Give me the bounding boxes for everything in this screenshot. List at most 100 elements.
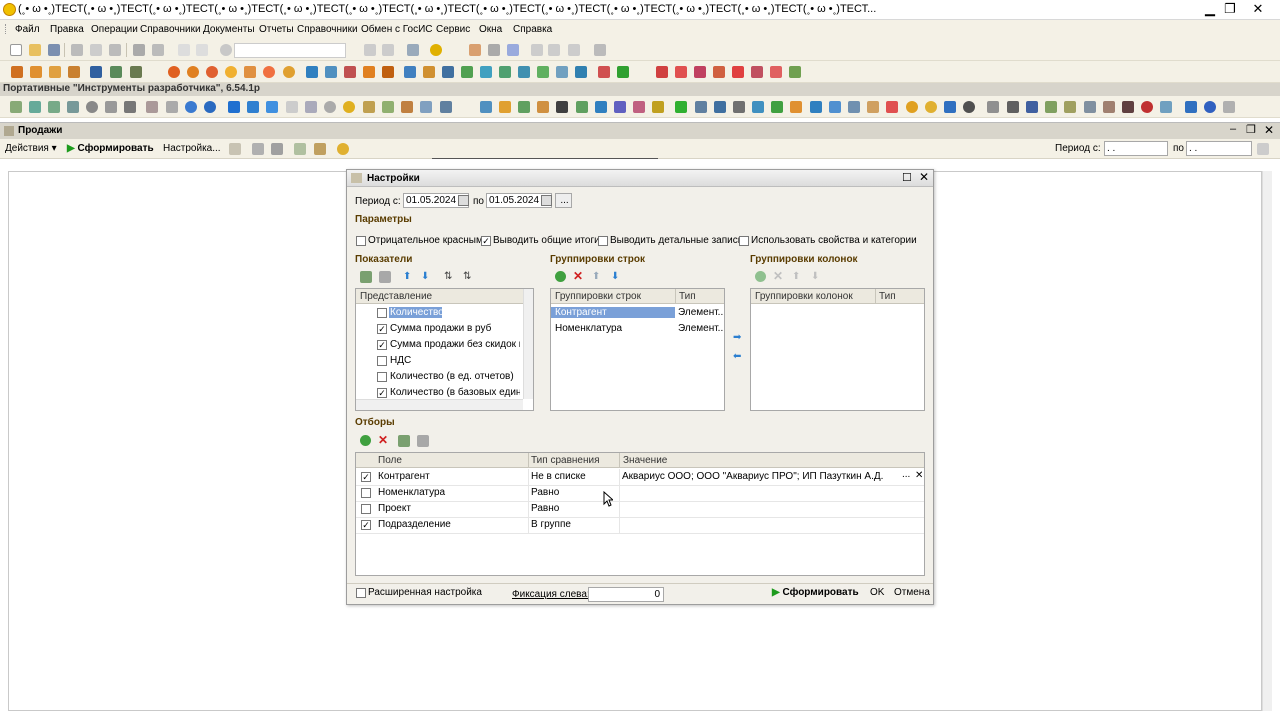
dev-tool-5-icon[interactable] — [105, 101, 117, 113]
dev-tool-48-icon[interactable] — [1084, 101, 1096, 113]
move-right-icon[interactable]: ➡ — [733, 332, 741, 343]
dev-tool-7-icon[interactable] — [166, 101, 178, 113]
col-group-delete-icon[interactable]: ✕ — [773, 269, 783, 283]
report-more-icon[interactable] — [1257, 143, 1269, 155]
dev-globe2-icon[interactable] — [204, 101, 216, 113]
report-close-button[interactable]: ✕ — [1264, 123, 1274, 137]
menu-edit[interactable]: Правка — [50, 24, 84, 35]
undo-icon[interactable] — [178, 44, 190, 56]
doc-blue4-icon[interactable] — [442, 66, 454, 78]
users-icon[interactable] — [507, 44, 519, 56]
dev-globe-icon[interactable] — [185, 101, 197, 113]
save-icon[interactable] — [48, 44, 60, 56]
dev-tool-9-icon[interactable] — [247, 101, 259, 113]
menu-operations[interactable]: Операции — [91, 24, 138, 35]
search-icon[interactable] — [220, 44, 232, 56]
actions-menu[interactable]: Действия ▾ — [5, 143, 57, 154]
find-prev-icon[interactable] — [382, 44, 394, 56]
journal4-icon[interactable] — [68, 66, 80, 78]
dev-tool-1-icon[interactable] — [10, 101, 22, 113]
report-minimize-button[interactable]: – — [1230, 123, 1236, 135]
dev-tool-10-icon[interactable] — [266, 101, 278, 113]
dev-tool-15-icon[interactable] — [382, 101, 394, 113]
dev-tool-38-icon[interactable] — [886, 101, 898, 113]
doc-blue5-icon[interactable] — [556, 66, 568, 78]
dev-tool-40-icon[interactable] — [925, 101, 937, 113]
info-icon[interactable] — [430, 44, 442, 56]
dev-tool-46-icon[interactable] — [1045, 101, 1057, 113]
report-generate-button[interactable]: ▶ Сформировать — [67, 143, 154, 154]
doc-yellow2-icon[interactable] — [283, 66, 295, 78]
dev-check-green-icon[interactable] — [675, 101, 687, 113]
filter-value-select-button[interactable]: ... — [902, 469, 912, 480]
dev-tool-27-icon[interactable] — [652, 101, 664, 113]
report-restore-button[interactable]: ❐ — [1246, 123, 1256, 136]
dev-tool-8-icon[interactable] — [228, 101, 240, 113]
doc-green5-icon[interactable] — [789, 66, 801, 78]
filter-checkbox[interactable] — [361, 488, 371, 498]
ok-button[interactable]: OK — [870, 587, 884, 598]
menu-gosis[interactable]: Обмен с ГосИС — [361, 24, 433, 35]
dev-tool-49-icon[interactable] — [1103, 101, 1115, 113]
doc-red12-icon[interactable] — [770, 66, 782, 78]
fix-left-label[interactable]: Фиксация слева: — [512, 589, 590, 600]
dev-check-icon[interactable] — [556, 101, 568, 113]
dev-tool-29-icon[interactable] — [714, 101, 726, 113]
dev-tool-20-icon[interactable] — [499, 101, 511, 113]
fix-left-input[interactable]: 0 — [588, 587, 664, 602]
report-tool-1-icon[interactable] — [229, 143, 241, 155]
dev-tool-44-icon[interactable] — [1007, 101, 1019, 113]
doc-orange3-icon[interactable] — [382, 66, 394, 78]
indicators-copy-icon[interactable] — [379, 271, 391, 283]
indicators-down-icon[interactable]: ⬇ — [421, 271, 429, 282]
filter-checkbox[interactable]: ✓ — [361, 520, 371, 530]
report-tool-2-icon[interactable] — [252, 143, 264, 155]
preview-icon[interactable] — [152, 44, 164, 56]
dev-tool-33-icon[interactable] — [790, 101, 802, 113]
doc-red4-icon[interactable] — [344, 66, 356, 78]
param-properties-checkbox[interactable] — [739, 236, 749, 246]
doc-cyan-icon[interactable] — [480, 66, 492, 78]
tools-icon[interactable] — [594, 44, 606, 56]
doc-orange2-icon[interactable] — [363, 66, 375, 78]
dev-tool-12-icon[interactable] — [305, 101, 317, 113]
dev-tool-13-icon[interactable] — [343, 101, 355, 113]
dev-tool-16-icon[interactable] — [401, 101, 413, 113]
dev-tool-35-icon[interactable] — [829, 101, 841, 113]
doc-blue3-icon[interactable] — [404, 66, 416, 78]
menu-catalogs-2[interactable]: Справочники — [297, 24, 358, 35]
move-left-icon[interactable]: ⬅ — [733, 351, 741, 362]
dialog-close-button[interactable]: ✕ — [919, 170, 929, 184]
dev-tool-22-icon[interactable] — [537, 101, 549, 113]
doc-red7-icon[interactable] — [675, 66, 687, 78]
indicator-checkbox[interactable]: ✓ — [377, 340, 387, 350]
menu-documents[interactable]: Документы — [203, 24, 255, 35]
dev-stop-icon[interactable] — [1141, 101, 1153, 113]
doc-red-icon[interactable] — [168, 66, 180, 78]
doc-green4-icon[interactable] — [617, 66, 629, 78]
doc-box-icon[interactable] — [244, 66, 256, 78]
memory-minus-icon[interactable] — [568, 44, 580, 56]
row-group-up-icon[interactable]: ⬆ — [592, 271, 600, 282]
dev-help-icon[interactable] — [1204, 101, 1216, 113]
filter-row[interactable]: ✓ Подразделение В группе — [356, 517, 924, 533]
generate-button[interactable]: ▶ Сформировать — [772, 587, 859, 598]
row-group-add-icon[interactable] — [555, 271, 566, 282]
paste-icon[interactable] — [109, 44, 121, 56]
calc-icon[interactable] — [488, 44, 500, 56]
report-tool-5-icon[interactable] — [314, 143, 326, 155]
dev-tool-37-icon[interactable] — [867, 101, 879, 113]
doc-red8-icon[interactable] — [694, 66, 706, 78]
col-group-down-icon[interactable]: ⬇ — [811, 271, 819, 282]
grid-icon[interactable] — [110, 66, 122, 78]
col-group-up-icon[interactable]: ⬆ — [792, 271, 800, 282]
structure-icon[interactable] — [90, 66, 102, 78]
dev-tool-52-icon[interactable] — [1185, 101, 1197, 113]
doc-red9-icon[interactable] — [713, 66, 725, 78]
doc-green2-icon[interactable] — [499, 66, 511, 78]
redo-icon[interactable] — [196, 44, 208, 56]
cut-icon[interactable] — [71, 44, 83, 56]
menu-catalogs[interactable]: Справочники — [140, 24, 201, 35]
dev-tool-50-icon[interactable] — [1122, 101, 1134, 113]
indicator-row[interactable]: НДС — [356, 353, 533, 369]
